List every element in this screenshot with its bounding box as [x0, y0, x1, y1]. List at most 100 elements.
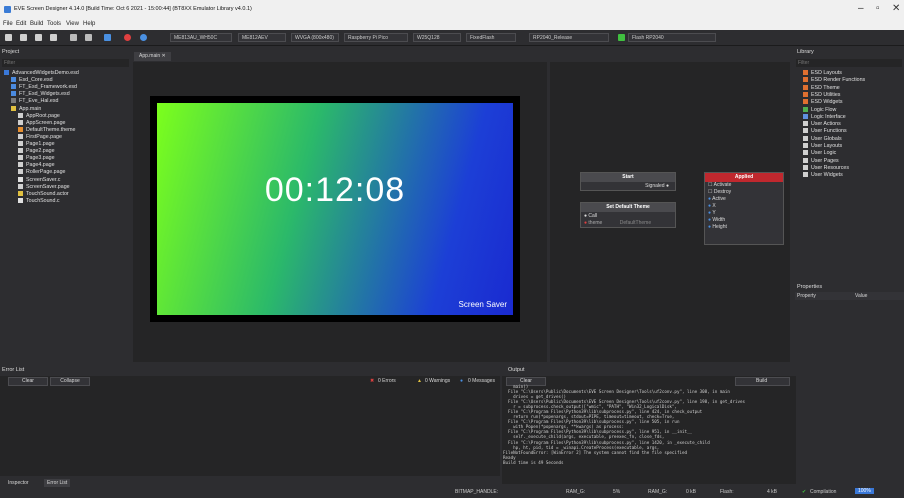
set-default-theme-title: Set Default Theme — [581, 203, 675, 212]
project-item[interactable]: TouchSound.c — [18, 198, 60, 205]
project-item-label: FirstPage.page — [26, 133, 62, 140]
start-node[interactable]: Start Signaled ● — [580, 172, 676, 191]
bitmap-handle-label: BITMAP_HANDLE: — [455, 489, 499, 495]
flash-mode-select[interactable]: FixedFlash — [466, 33, 516, 42]
warning-icon: ▲ — [417, 378, 422, 384]
menu-tools[interactable]: Tools — [47, 21, 61, 27]
inspector-tab[interactable]: Inspector — [8, 480, 29, 486]
project-item[interactable]: FT_Eve_Hal.esd — [11, 98, 58, 105]
library-filter-input[interactable]: Filter — [796, 59, 902, 67]
theme-icon — [18, 126, 23, 132]
project-item[interactable]: ScreenSaver.c — [18, 177, 60, 184]
menu-bar: File Edit Build Tools View Help — [0, 20, 904, 30]
tab-app-main[interactable]: App.main ✕ — [134, 52, 171, 61]
error-count[interactable]: 0 Errors — [378, 378, 396, 384]
redo-icon[interactable] — [85, 34, 92, 41]
project-item[interactable]: AdvancedWidgetsDemo.esd — [4, 70, 79, 77]
set-default-theme-node[interactable]: Set Default Theme ● Call ● theme Default… — [580, 202, 676, 228]
warning-count[interactable]: 0 Warnings — [425, 378, 450, 384]
library-item[interactable]: ESD Layouts — [803, 70, 842, 77]
applied-port-label: Active — [712, 196, 726, 202]
project-item[interactable]: AppScreen.page — [18, 120, 65, 127]
board-select[interactable]: ME812AEV — [238, 33, 286, 42]
project-filter-input[interactable]: Filter — [2, 59, 129, 67]
run-icon[interactable] — [140, 34, 147, 41]
flash-target-select[interactable]: Flash RP2040 — [628, 33, 716, 42]
library-folder-icon — [803, 77, 808, 83]
minimize-icon[interactable]: – — [858, 3, 864, 14]
error-list-tab[interactable]: Error List — [44, 479, 71, 487]
build-config-select[interactable]: RP2040_Release — [529, 33, 609, 42]
applied-port[interactable]: ● X — [705, 203, 783, 210]
applied-port[interactable]: ● Width — [705, 217, 783, 224]
tab-close-icon[interactable]: ✕ — [162, 53, 166, 59]
library-item-label: User Pages — [811, 157, 839, 164]
project-item[interactable]: FT_Esd_Widgets.esd — [11, 91, 70, 98]
library-icon — [11, 77, 16, 83]
logic-icon — [11, 105, 16, 111]
applied-port[interactable]: ● Y — [705, 210, 783, 217]
project-item[interactable]: RollerPage.page — [18, 169, 65, 176]
library-item[interactable]: User Resources — [803, 165, 849, 172]
project-item[interactable]: FT_Esd_Framework.esd — [11, 84, 77, 91]
menu-help[interactable]: Help — [83, 21, 95, 27]
project-item[interactable]: Page4.page — [18, 162, 55, 169]
library-item[interactable]: ESD Theme — [803, 85, 840, 92]
applied-port[interactable]: ● Active — [705, 196, 783, 203]
project-item[interactable]: App.main — [11, 106, 41, 113]
library-item[interactable]: User Widgets — [803, 172, 843, 179]
project-item[interactable]: Page1.page — [18, 141, 55, 148]
collapse-button[interactable]: Collapse — [50, 377, 90, 386]
project-item[interactable]: Page2.page — [18, 148, 55, 155]
project-item[interactable]: AppRoot.page — [18, 113, 60, 120]
display-select[interactable]: WVGA (800x480) — [291, 33, 339, 42]
new-file-icon[interactable] — [5, 34, 12, 41]
applied-port[interactable]: ☐ Destroy — [705, 189, 783, 196]
save-icon[interactable] — [35, 34, 42, 41]
page-icon — [18, 148, 23, 154]
library-item[interactable]: User Actions — [803, 121, 841, 128]
library-item[interactable]: ESD Utilities — [803, 92, 840, 99]
project-item[interactable]: ScreenSaver.page — [18, 184, 70, 191]
project-item[interactable]: Page3.page — [18, 155, 55, 162]
applied-port[interactable]: ☐ Activate — [705, 182, 783, 189]
call-port[interactable]: ● Call — [581, 212, 675, 220]
library-item[interactable]: User Functions — [803, 128, 847, 135]
library-item-label: ESD Render Functions — [811, 77, 866, 84]
message-count[interactable]: 0 Messages — [468, 378, 495, 384]
platform-select[interactable]: ME813AU_WH50C — [170, 33, 232, 42]
library-item[interactable]: ESD Render Functions — [803, 77, 865, 84]
library-item[interactable]: User Pages — [803, 158, 839, 165]
theme-param[interactable]: ● theme DefaultTheme — [581, 220, 675, 227]
ramg-percent: 5% — [613, 489, 621, 495]
project-item[interactable]: DefaultTheme.theme — [18, 127, 75, 134]
project-item[interactable]: FirstPage.page — [18, 134, 62, 141]
flash-chip-select[interactable]: W25Q128 — [413, 33, 461, 42]
stop-icon[interactable] — [124, 34, 131, 41]
open-file-icon[interactable] — [20, 34, 27, 41]
menu-file[interactable]: File — [3, 21, 13, 27]
menu-build[interactable]: Build — [30, 21, 43, 27]
error-clear-button[interactable]: Clear — [8, 377, 48, 386]
close-icon[interactable]: ✕ — [892, 3, 900, 14]
applied-node[interactable]: Applied ☐ Activate ☐ Destroy ● Active ● X ● … — [704, 172, 784, 245]
library-item[interactable]: User Logic — [803, 150, 836, 157]
menu-view[interactable]: View — [66, 21, 79, 27]
signaled-port[interactable]: Signaled ● — [581, 182, 675, 190]
project-item[interactable]: TouchSound.actor — [18, 191, 69, 198]
library-item[interactable]: User Layouts — [803, 143, 842, 150]
maximize-icon[interactable]: ▫ — [876, 3, 880, 14]
project-item-label: FT_Eve_Hal.esd — [19, 98, 59, 105]
library-item[interactable]: ESD Widgets — [803, 99, 843, 106]
build-icon[interactable] — [104, 34, 111, 41]
toolbar: ME813AU_WH50C ME812AEV WVGA (800x480) Ra… — [0, 30, 904, 46]
undo-icon[interactable] — [70, 34, 77, 41]
project-item[interactable]: Esd_Core.esd — [11, 77, 53, 84]
menu-edit[interactable]: Edit — [16, 21, 26, 27]
applied-port[interactable]: ● Height — [705, 224, 783, 231]
library-item[interactable]: User Globals — [803, 136, 842, 143]
library-item[interactable]: Logic Flow — [803, 107, 836, 114]
host-select[interactable]: Raspberry Pi Pico — [344, 33, 408, 42]
library-item[interactable]: Logic Interface — [803, 114, 846, 121]
save-all-icon[interactable] — [50, 34, 57, 41]
